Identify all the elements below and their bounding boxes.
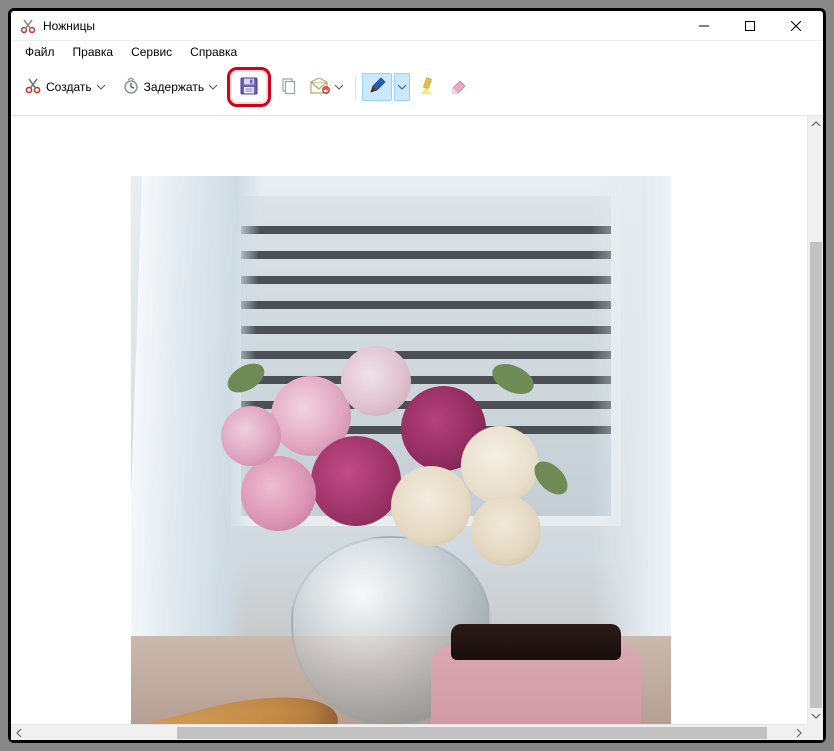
scroll-up-icon[interactable] — [808, 116, 824, 132]
toolbar-separator — [355, 75, 356, 99]
menu-tools[interactable]: Сервис — [123, 43, 180, 61]
pen-dropdown[interactable] — [394, 73, 410, 101]
highlighter-icon — [418, 77, 436, 98]
app-window: Ножницы Файл Правка Сервис Справка — [8, 8, 826, 743]
eraser-icon — [450, 78, 468, 97]
pen-button[interactable] — [362, 73, 392, 101]
content-area — [11, 116, 823, 740]
scroll-right-icon[interactable] — [791, 725, 807, 741]
scroll-down-icon[interactable] — [808, 708, 824, 724]
scroll-thumb-vertical[interactable] — [810, 242, 822, 708]
menu-edit[interactable]: Правка — [65, 43, 122, 61]
resize-grip[interactable] — [807, 724, 823, 740]
copy-icon — [279, 77, 297, 98]
scissors-icon — [19, 17, 37, 35]
envelope-icon — [310, 78, 330, 97]
send-button[interactable] — [305, 73, 349, 101]
delay-label: Задержать — [144, 80, 204, 94]
chevron-down-icon — [398, 83, 406, 91]
menu-help[interactable]: Справка — [182, 43, 245, 61]
maximize-button[interactable] — [727, 11, 773, 41]
captured-image — [131, 176, 671, 724]
new-snip-label: Создать — [46, 80, 92, 94]
new-snip-button[interactable]: Создать — [17, 73, 113, 101]
snip-canvas[interactable] — [11, 116, 807, 724]
save-button-highlight — [227, 67, 271, 107]
floppy-icon — [239, 76, 259, 99]
chevron-down-icon — [208, 83, 218, 91]
chevron-down-icon — [334, 83, 344, 91]
chevron-down-icon — [96, 83, 106, 91]
pen-icon — [368, 77, 386, 98]
clock-icon — [122, 77, 140, 98]
minimize-button[interactable] — [681, 11, 727, 41]
eraser-button[interactable] — [444, 73, 474, 101]
window-controls — [681, 11, 819, 41]
close-button[interactable] — [773, 11, 819, 41]
menubar: Файл Правка Сервис Справка — [11, 41, 823, 63]
highlighter-button[interactable] — [412, 73, 442, 101]
menu-file[interactable]: Файл — [17, 43, 63, 61]
save-button[interactable] — [232, 72, 266, 102]
copy-button[interactable] — [273, 73, 303, 101]
horizontal-scrollbar[interactable] — [11, 724, 807, 740]
scroll-thumb-horizontal[interactable] — [177, 727, 767, 739]
titlebar: Ножницы — [11, 11, 823, 41]
toolbar: Создать Задержать — [11, 63, 823, 116]
vertical-scrollbar[interactable] — [807, 116, 823, 724]
scroll-left-icon[interactable] — [11, 725, 27, 741]
window-title: Ножницы — [43, 19, 681, 33]
delay-button[interactable]: Задержать — [115, 73, 225, 101]
scissors-new-icon — [24, 77, 42, 98]
